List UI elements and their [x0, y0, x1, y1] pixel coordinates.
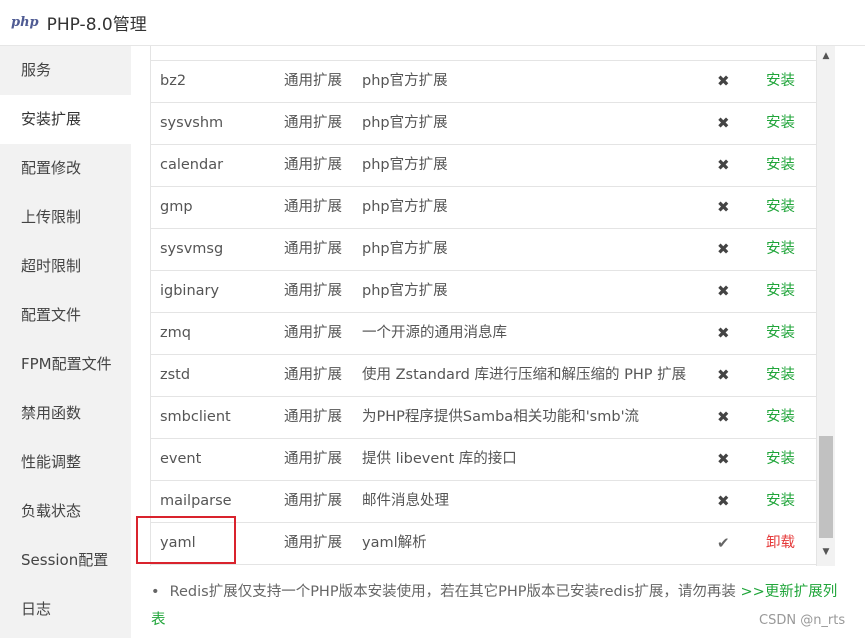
install-button[interactable]: 安装 — [766, 313, 795, 354]
extension-type: 通用扩展 — [284, 115, 342, 131]
install-button[interactable]: 安装 — [766, 271, 795, 312]
extensions-table: bz2 通用扩展 php官方扩展 ✖ 安装 sysvshm 通用扩展 php官方… — [150, 46, 817, 566]
bullet-icon: • — [151, 584, 160, 600]
not-installed-icon: ✖ — [717, 282, 730, 300]
extension-name: sysvshm — [160, 115, 224, 131]
sidebar-item-upload-limit[interactable]: 上传限制 — [0, 193, 131, 242]
table-row: sysvshm 通用扩展 php官方扩展 ✖ 安装 — [151, 103, 816, 145]
not-installed-icon: ✖ — [717, 198, 730, 216]
extension-type: 通用扩展 — [284, 535, 342, 551]
extension-name: bz2 — [160, 73, 187, 89]
extension-description: php官方扩展 — [362, 283, 448, 299]
table-row: zmq 通用扩展 一个开源的通用消息库 ✖ 安装 — [151, 313, 816, 355]
not-installed-icon: ✖ — [717, 114, 730, 132]
uninstall-button[interactable]: 卸载 — [766, 523, 795, 564]
extension-type: 通用扩展 — [284, 451, 342, 467]
extension-type: 通用扩展 — [284, 367, 342, 383]
extension-type: 通用扩展 — [284, 199, 342, 215]
install-button[interactable]: 安装 — [766, 355, 795, 396]
extension-description: php官方扩展 — [362, 199, 448, 215]
table-row: calendar 通用扩展 php官方扩展 ✖ 安装 — [151, 145, 816, 187]
install-button[interactable]: 安装 — [766, 145, 795, 186]
highlight-annotation — [136, 516, 236, 564]
install-button[interactable]: 安装 — [766, 187, 795, 228]
not-installed-icon: ✖ — [717, 366, 730, 384]
extension-name: calendar — [160, 157, 224, 173]
sidebar-item-install-extensions[interactable]: 安装扩展 — [0, 95, 131, 144]
redis-note: • Redis扩展仅支持一个PHP版本安装使用，若在其它PHP版本已安装redis… — [151, 578, 841, 634]
not-installed-icon: ✖ — [717, 408, 730, 426]
not-installed-icon: ✖ — [717, 324, 730, 342]
table-row: yaml 通用扩展 yaml解析 ✔ 卸载 — [151, 523, 816, 565]
sidebar-item-config-modify[interactable]: 配置修改 — [0, 144, 131, 193]
extensions-table-body: bz2 通用扩展 php官方扩展 ✖ 安装 sysvshm 通用扩展 php官方… — [151, 60, 816, 565]
extension-description: 一个开源的通用消息库 — [362, 325, 507, 341]
extension-description: 邮件消息处理 — [362, 493, 449, 509]
scrollbar-thumb[interactable] — [819, 436, 833, 538]
sidebar-item-logs[interactable]: 日志 — [0, 585, 131, 634]
table-row: sysvmsg 通用扩展 php官方扩展 ✖ 安装 — [151, 229, 816, 271]
table-row: mailparse 通用扩展 邮件消息处理 ✖ 安装 — [151, 481, 816, 523]
install-button[interactable]: 安装 — [766, 61, 795, 102]
scroll-up-arrow-icon[interactable]: ▲ — [817, 46, 835, 66]
sidebar-item-fpm-config[interactable]: FPM配置文件 — [0, 340, 131, 389]
window-title: PHP-8.0管理 — [46, 15, 147, 35]
extension-name: gmp — [160, 199, 193, 215]
extension-description: 提供 libevent 库的接口 — [362, 451, 517, 467]
watermark: CSDN @n_rts — [759, 613, 846, 628]
extension-description: php官方扩展 — [362, 157, 448, 173]
sidebar-item-service[interactable]: 服务 — [0, 46, 131, 95]
extension-name: igbinary — [160, 283, 220, 299]
extension-description: 为PHP程序提供Samba相关功能和'smb'流 — [362, 409, 640, 425]
table-row: igbinary 通用扩展 php官方扩展 ✖ 安装 — [151, 271, 816, 313]
table-row: smbclient 通用扩展 为PHP程序提供Samba相关功能和'smb'流 … — [151, 397, 816, 439]
table-scrollbar[interactable]: ▲ ▼ — [817, 46, 835, 566]
php-logo-icon: php — [11, 15, 39, 30]
extension-name: sysvmsg — [160, 241, 224, 257]
table-row: zstd 通用扩展 使用 Zstandard 库进行压缩和解压缩的 PHP 扩展… — [151, 355, 816, 397]
sidebar-item-session-config[interactable]: Session配置 — [0, 536, 131, 585]
sidebar-item-load-status[interactable]: 负载状态 — [0, 487, 131, 536]
extension-description: yaml解析 — [362, 535, 427, 551]
extension-type: 通用扩展 — [284, 73, 342, 89]
not-installed-icon: ✖ — [717, 450, 730, 468]
extension-description: php官方扩展 — [362, 241, 448, 257]
extension-description: 使用 Zstandard 库进行压缩和解压缩的 PHP 扩展 — [362, 367, 687, 383]
extension-name: zstd — [160, 367, 191, 383]
sidebar-item-config-file[interactable]: 配置文件 — [0, 291, 131, 340]
extension-type: 通用扩展 — [284, 241, 342, 257]
extension-type: 通用扩展 — [284, 493, 342, 509]
not-installed-icon: ✖ — [717, 72, 730, 90]
install-button[interactable]: 安装 — [766, 397, 795, 438]
not-installed-icon: ✖ — [717, 240, 730, 258]
not-installed-icon: ✖ — [717, 492, 730, 510]
extension-type: 通用扩展 — [284, 283, 342, 299]
extension-type: 通用扩展 — [284, 325, 342, 341]
install-button[interactable]: 安装 — [766, 481, 795, 522]
installed-check-icon: ✔ — [717, 534, 730, 552]
sidebar-item-timeout-limit[interactable]: 超时限制 — [0, 242, 131, 291]
install-button[interactable]: 安装 — [766, 229, 795, 270]
title-bar: php PHP-8.0管理 — [0, 0, 865, 46]
install-button[interactable]: 安装 — [766, 103, 795, 144]
table-row: bz2 通用扩展 php官方扩展 ✖ 安装 — [151, 61, 816, 103]
sidebar: 服务 安装扩展 配置修改 上传限制 超时限制 配置文件 FPM配置文件 禁用函数… — [0, 46, 131, 638]
sidebar-item-performance[interactable]: 性能调整 — [0, 438, 131, 487]
extension-name: zmq — [160, 325, 191, 341]
extension-description: php官方扩展 — [362, 73, 448, 89]
table-row: event 通用扩展 提供 libevent 库的接口 ✖ 安装 — [151, 439, 816, 481]
extension-type: 通用扩展 — [284, 157, 342, 173]
install-button[interactable]: 安装 — [766, 439, 795, 480]
extension-type: 通用扩展 — [284, 409, 342, 425]
note-text: Redis扩展仅支持一个PHP版本安装使用，若在其它PHP版本已安装redis扩… — [169, 584, 736, 600]
table-row: gmp 通用扩展 php官方扩展 ✖ 安装 — [151, 187, 816, 229]
scroll-down-arrow-icon[interactable]: ▼ — [817, 542, 835, 562]
not-installed-icon: ✖ — [717, 156, 730, 174]
main-content: bz2 通用扩展 php官方扩展 ✖ 安装 sysvshm 通用扩展 php官方… — [131, 46, 865, 638]
extension-name: smbclient — [160, 409, 231, 425]
extension-name: event — [160, 451, 202, 467]
sidebar-item-disabled-functions[interactable]: 禁用函数 — [0, 389, 131, 438]
extension-description: php官方扩展 — [362, 115, 448, 131]
